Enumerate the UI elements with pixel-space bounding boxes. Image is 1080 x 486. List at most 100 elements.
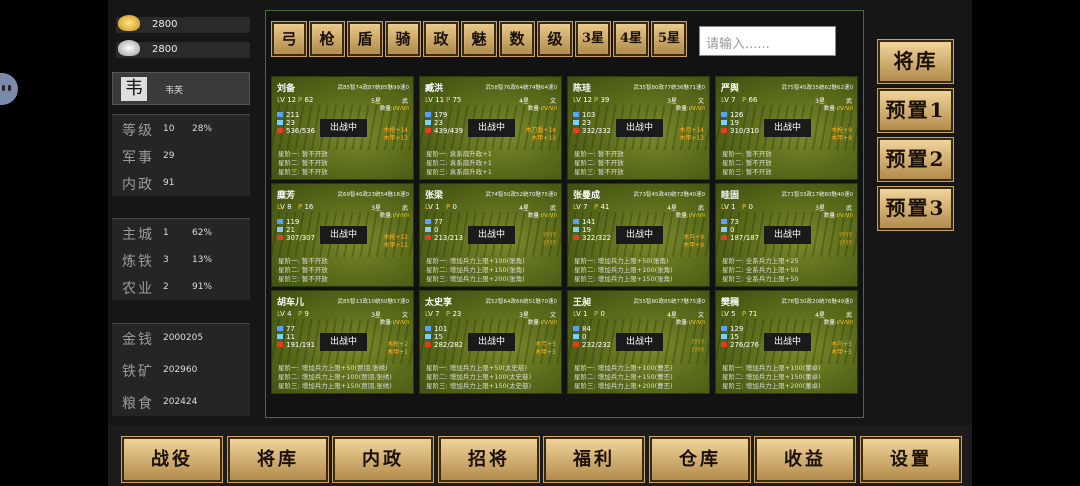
cost-icon: P: [298, 310, 303, 318]
filter-button[interactable]: 级: [537, 21, 573, 57]
nav-campaign-button[interactable]: 战役: [121, 436, 223, 483]
general-quantity: 数量:I/V/V/I: [823, 320, 853, 326]
filter-button[interactable]: 政: [423, 21, 459, 57]
filter-button[interactable]: 数: [499, 21, 535, 57]
general-cost: P 75: [446, 96, 462, 104]
stat-hp: 310/310: [721, 127, 759, 135]
general-attributes: 武52智64政66统51魅70速0: [485, 299, 558, 305]
cost-icon: P: [446, 310, 451, 318]
general-quantity: 数量:I/V/V/I: [823, 106, 853, 112]
nav-income-button[interactable]: 收益: [754, 436, 856, 483]
level-icon: L: [721, 203, 725, 211]
stat-energy: 23: [277, 119, 295, 127]
nav-recruit-button[interactable]: 招将: [438, 436, 540, 483]
nav-general-library-button[interactable]: 将库: [227, 436, 329, 483]
filter-button[interactable]: 盾: [347, 21, 383, 57]
equipment-bonus: 木甲+13: [679, 135, 704, 142]
general-card[interactable]: 严舆 武75智45政35统62魅62速0 LV 7P 66 3星武数量:I/V/V/I…: [715, 76, 858, 180]
general-cost: P 41: [594, 203, 610, 211]
general-card[interactable]: 樊稠 武78智30政20统76魅49速0 LV 5P 71 4星武数量:I/V/V/I…: [715, 290, 858, 394]
stat-energy: 15: [721, 333, 739, 341]
general-card[interactable]: 太史享 武52智64政66统51魅70速0 LV 7P 23 3星文数量:I/V/V/…: [419, 290, 562, 394]
troops-icon: [277, 326, 283, 331]
stat-extra: 62%: [192, 228, 213, 238]
general-card[interactable]: 张梁 武74智50政52统70魅75速0 LV 1P 0 4星武数量:I/V/V/I 7…: [419, 183, 562, 287]
gold-value: 2800: [152, 19, 178, 30]
troops-icon: [277, 219, 283, 224]
general-card[interactable]: 糜芳 武69智46政23统54魅18速0 LV 8P 16 3星武数量:I/V/V/I…: [271, 183, 414, 287]
star-tier-3: 星阶三: 增加兵力上限+150(张角): [574, 275, 673, 283]
stat-value: 1: [163, 228, 169, 238]
general-level: LV 12: [277, 96, 297, 104]
equipment-bonus: ????: [543, 240, 556, 247]
equipment-bonus: 木甲+13: [383, 135, 408, 142]
general-level: LV 7: [721, 96, 736, 104]
star-tier-3: 星阶三: 暂不开放: [722, 168, 772, 176]
gold-resource: 2800: [116, 15, 250, 33]
general-card[interactable]: 刘备 武85智74政87统85魅99速0 LV 12 P 62 5星武数量:I/V/V/…: [271, 76, 414, 180]
energy-icon: [277, 120, 283, 125]
general-card[interactable]: 王昶 武55智80政85统77魅75速0 LV 1P 0 4星文数量:I/V/V/I 8…: [567, 290, 710, 394]
nav-welfare-button[interactable]: 福利: [543, 436, 645, 483]
filter-button[interactable]: 3星: [575, 21, 611, 57]
preset-button-1[interactable]: 预置1: [877, 88, 954, 133]
general-library-button[interactable]: 将库: [877, 39, 954, 84]
hp-icon: [425, 235, 431, 240]
level-icon: L: [425, 203, 429, 211]
hp-icon: [425, 342, 431, 347]
general-name: 刘备: [277, 84, 296, 94]
general-card[interactable]: 眭固 武71智33政17统60魅40速0 LV 1P 0 3星武数量:I/V/V/I 7…: [715, 183, 858, 287]
stat-label: 等级: [122, 123, 154, 139]
stat-label: 军事: [122, 150, 154, 166]
filter-button[interactable]: 5星: [651, 21, 687, 57]
stat-value: 91: [163, 178, 175, 188]
stat-energy: 19: [573, 226, 591, 234]
equipment-bonus: ????: [691, 339, 704, 346]
general-cost: P 9: [298, 310, 309, 318]
general-card[interactable]: 张曼成 武73智45政40统72魅40速0 LV 7P 41 4星武数量:I/V/V/…: [567, 183, 710, 287]
stat-hp: 332/332: [573, 127, 611, 135]
general-attributes: 武58智76政64统74魅64速0: [485, 85, 558, 91]
stat-label: 农业: [122, 281, 154, 297]
filter-button[interactable]: 弓: [271, 21, 307, 57]
general-name: 樊稠: [721, 298, 740, 308]
preset-button-2[interactable]: 预置2: [877, 137, 954, 182]
level-icon: L: [573, 203, 577, 211]
general-card[interactable]: 臧洪 武58智76政64统74魅64速0 LV 11 P 75 4星文数量:I/V/V/…: [419, 76, 562, 180]
general-name: 太史享: [425, 298, 453, 308]
silver-ingot-icon: [118, 40, 140, 56]
search-input[interactable]: 请输入......: [699, 26, 836, 56]
general-level: LV 7: [425, 310, 440, 318]
equipment-bonus: ????: [691, 347, 704, 354]
general-quantity: 数量:I/V/V/I: [527, 320, 557, 326]
energy-icon: [425, 120, 431, 125]
general-cost: P 39: [594, 96, 610, 104]
nav-warehouse-button[interactable]: 仓库: [649, 436, 751, 483]
star-tier-3: 星阶三: 暂不开放: [278, 168, 328, 176]
floating-menu-button[interactable]: [0, 73, 18, 105]
star-tier-3: 星阶三: 增加兵力上限+200(董卓): [722, 382, 821, 390]
filter-button[interactable]: 魅: [461, 21, 497, 57]
stat-label: 粮食: [122, 396, 154, 412]
energy-icon: [721, 227, 727, 232]
cost-icon: P: [742, 203, 747, 211]
stat-troops: 119: [277, 218, 299, 226]
general-card[interactable]: 陈珪 武35智80政77统36魅71速0 LV 12 P 39 3星文数量:I/V/V/…: [567, 76, 710, 180]
hp-icon: [573, 235, 579, 240]
silver-value: 2800: [152, 44, 178, 55]
general-cost: P 0: [742, 203, 753, 211]
general-card[interactable]: 胡车儿 武85智13政10统50魅57速0 LV 4P 9 3星文数量:I/V/V/I…: [271, 290, 414, 394]
general-level: LV 12: [573, 96, 593, 104]
filter-button[interactable]: 骑: [385, 21, 421, 57]
filter-button[interactable]: 4星: [613, 21, 649, 57]
general-level: LV 1: [425, 203, 440, 211]
nav-internal-affairs-button[interactable]: 内政: [332, 436, 434, 483]
general-quantity: 数量:I/V/V/I: [527, 213, 557, 219]
stat-hp: 191/191: [277, 341, 315, 349]
nav-settings-button[interactable]: 设置: [860, 436, 962, 483]
filter-button[interactable]: 枪: [309, 21, 345, 57]
level-icon: L: [277, 96, 281, 104]
in-battle-badge: 出战中: [764, 333, 811, 351]
preset-button-3[interactable]: 预置3: [877, 186, 954, 231]
general-name: 糜芳: [277, 191, 296, 201]
